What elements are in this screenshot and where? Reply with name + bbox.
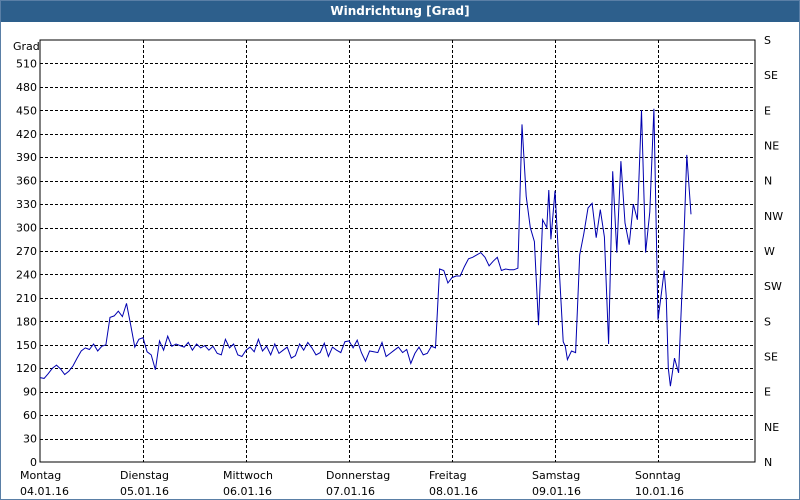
- wind-direction-chart: 0 30 60 90 120 150 180 210 240 270 300 330 360 390 420…: [13, 34, 783, 498]
- y-tick-label: 210: [16, 292, 37, 305]
- y-tick-label: 60: [23, 409, 37, 422]
- y-tick-label: 180: [16, 315, 37, 328]
- x-tick-date-label: 09.01.16: [532, 485, 581, 498]
- x-axis-tick-labels: Montag 04.01.16 Dienstag 05.01.16 Mittwoch 06…: [20, 469, 684, 498]
- x-tick-day-label: Montag: [20, 469, 61, 482]
- y-tick-label: 270: [16, 245, 37, 258]
- y-tick-label: 300: [16, 222, 37, 235]
- x-tick-day-label: Dienstag: [120, 469, 169, 482]
- y-tick-label: 240: [16, 268, 37, 281]
- right-tick-label: SE: [764, 351, 778, 364]
- wind-direction-series-line: [39, 108, 692, 387]
- x-tick-date-label: 05.01.16: [120, 485, 169, 498]
- right-tick-label: NE: [764, 421, 779, 434]
- x-tick-day-label: Samstag: [532, 469, 580, 482]
- x-tick-day-label: Sonntag: [635, 469, 681, 482]
- right-tick-label: S: [764, 315, 771, 328]
- x-tick-date-label: 10.01.16: [635, 485, 684, 498]
- x-tick-day-label: Donnerstag: [326, 469, 390, 482]
- right-tick-label: E: [764, 104, 771, 117]
- x-tick-date-label: 06.01.16: [223, 485, 272, 498]
- y-axis-label: Grad: [13, 40, 40, 53]
- y-tick-label: 90: [23, 386, 37, 399]
- right-tick-label: N: [764, 456, 772, 469]
- right-tick-label: NW: [764, 210, 783, 223]
- y-tick-label: 330: [16, 198, 37, 211]
- x-tick-date-label: 07.01.16: [326, 485, 375, 498]
- right-tick-label: W: [764, 245, 775, 258]
- y-tick-label: 420: [16, 128, 37, 141]
- x-tick-day-label: Mittwoch: [223, 469, 273, 482]
- y-tick-label: 480: [16, 81, 37, 94]
- right-tick-label: SW: [764, 280, 782, 293]
- right-axis-tick-labels: N NE E SE S SW W NW N NE E SE S: [764, 34, 783, 469]
- right-tick-label: SE: [764, 69, 778, 82]
- y-tick-label: 450: [16, 104, 37, 117]
- y-tick-label: 150: [16, 339, 37, 352]
- right-tick-label: E: [764, 386, 771, 399]
- x-tick-date-label: 04.01.16: [20, 485, 69, 498]
- x-tick-date-label: 08.01.16: [429, 485, 478, 498]
- right-tick-label: N: [764, 175, 772, 188]
- series-layer: [39, 108, 692, 387]
- y-tick-label: 360: [16, 175, 37, 188]
- y-tick-label: 120: [16, 362, 37, 375]
- y-tick-label: 0: [30, 456, 37, 469]
- gridlines: [40, 40, 755, 462]
- y-axis-tick-labels: 0 30 60 90 120 150 180 210 240 270 300 330 360 390 420…: [16, 57, 37, 469]
- y-tick-label: 30: [23, 433, 37, 446]
- y-tick-label: 510: [16, 57, 37, 70]
- right-tick-label: S: [764, 34, 771, 47]
- x-tick-day-label: Freitag: [429, 469, 467, 482]
- right-tick-label: NE: [764, 140, 779, 153]
- y-tick-label: 390: [16, 151, 37, 164]
